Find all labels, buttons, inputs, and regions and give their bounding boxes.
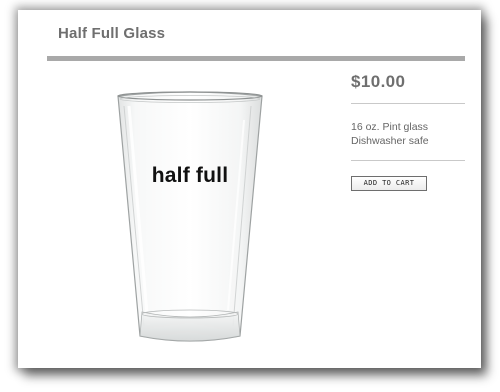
product-image: half full (115, 90, 265, 347)
add-to-cart-button[interactable]: ADD TO CART (351, 176, 427, 191)
product-card: Half Full Glass half full $10.00 16 oz. … (18, 10, 481, 368)
header-divider (47, 56, 465, 61)
glass-print-text: half full (151, 164, 229, 187)
price-divider (351, 103, 465, 104)
product-price: $10.00 (351, 72, 406, 91)
page: Half Full Glass half full $10.00 16 oz. … (0, 0, 500, 392)
product-description: 16 oz. Pint glass Dishwasher safe (351, 120, 429, 148)
description-line: Dishwasher safe (351, 135, 429, 147)
description-divider (351, 160, 465, 161)
pint-glass-icon (117, 91, 263, 342)
product-title: Half Full Glass (58, 25, 166, 42)
description-line: 16 oz. Pint glass (351, 121, 429, 133)
